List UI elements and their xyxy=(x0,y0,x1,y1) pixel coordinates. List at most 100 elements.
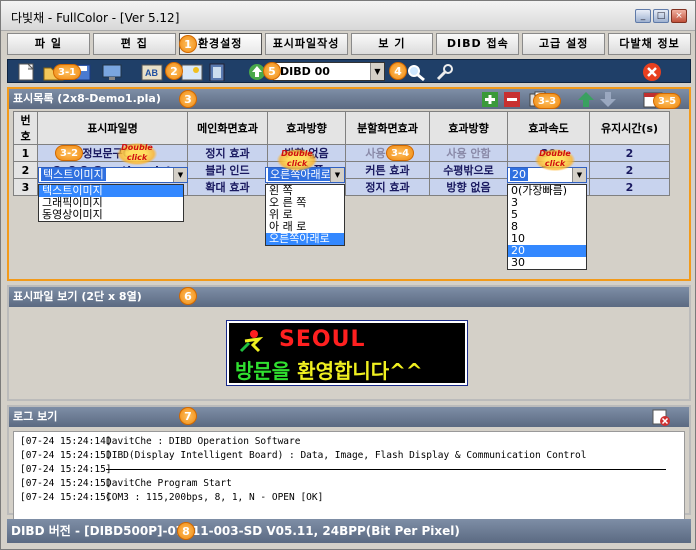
double-click-hint: Double click xyxy=(277,149,317,171)
log-time: [07-24 15:24:15] xyxy=(20,464,112,475)
move-down-icon[interactable] xyxy=(599,91,617,108)
log-entry: [07-24 15:24:15]DavitChe Program Start xyxy=(20,478,232,490)
col-header: 유지시간(s) xyxy=(589,111,670,145)
dibd-select-value: DIBD 00 xyxy=(280,65,330,78)
preview-title: 표시파일 보기 (2단 x 8열) xyxy=(9,287,689,307)
chevron-down-icon[interactable]: ▼ xyxy=(370,63,384,80)
clear-log-icon[interactable] xyxy=(651,408,671,426)
cell-split-direction[interactable]: 수평밖으로 xyxy=(429,161,508,179)
file-type-combo-value: 텍스트이미지 xyxy=(41,168,106,181)
exit-icon[interactable] xyxy=(642,63,662,81)
toolbar: AB DIBD 00 ▼ xyxy=(7,59,691,83)
close-window-button[interactable]: × xyxy=(671,9,687,23)
callout-3-2: 3-2 xyxy=(55,145,84,161)
video-icon[interactable] xyxy=(208,63,226,81)
menu-edit[interactable]: 편 집 xyxy=(92,33,176,55)
display-list-panel: 표시목록 (2x8-Demo1.pla) 번호 표시파일명 메인화면효과 효과방… xyxy=(7,87,691,281)
list-item[interactable]: 5 xyxy=(508,209,586,221)
col-header: 효과속도 xyxy=(507,111,590,145)
menu-create-display-file[interactable]: 표시파일작성 xyxy=(264,33,348,55)
log-panel: 로그 보기 [07-24 15:24:14]DavitChe : DIBD Op… xyxy=(7,405,691,521)
wrench-icon[interactable] xyxy=(434,63,454,81)
log-time: [07-24 15:24:15] xyxy=(20,450,112,461)
chevron-down-icon[interactable]: ▼ xyxy=(330,168,344,182)
callout-3-4: 3-4 xyxy=(386,145,415,161)
title-bar: 다빛채 - FullColor - [Ver 5.12] _ □ × xyxy=(1,1,695,31)
search-icon[interactable] xyxy=(406,63,426,81)
row-number: 3 xyxy=(13,178,38,196)
log-title: 로그 보기 xyxy=(9,407,689,427)
cell-hold-time[interactable]: 2 xyxy=(589,144,670,162)
list-item[interactable]: 30 xyxy=(508,257,586,269)
callout-1: 1 xyxy=(179,35,197,53)
double-click-hint: Double click xyxy=(117,143,157,165)
cell-main-effect[interactable]: 확대 효과 xyxy=(187,178,268,196)
status-bar: DIBD 버전 - [DIBD500P]-07x11-003-SD V05.11… xyxy=(7,519,691,543)
cell-split-effect[interactable]: 커튼 효과 xyxy=(345,161,430,179)
list-item[interactable]: 오른쪽아래로 xyxy=(266,233,344,245)
menu-advanced[interactable]: 고급 설정 xyxy=(522,33,606,55)
callout-7: 7 xyxy=(179,407,197,425)
file-type-list: 텍스트이미지 그래픽이미지 동영상이미지 xyxy=(38,184,184,222)
text-image-icon[interactable]: AB xyxy=(140,63,164,81)
callout-8: 8 xyxy=(177,522,195,540)
log-separator xyxy=(106,469,666,470)
row-number: 1 xyxy=(13,144,38,162)
cell-split-direction[interactable]: 사용 안함 xyxy=(429,144,508,162)
log-message: DIBD(Display Intelligent Board) : Data, … xyxy=(106,450,587,461)
direction-list: 왼 쪽 오 른 쪽 위 로 아 래 로 오른쪽아래로 xyxy=(265,184,345,246)
log-entry: [07-24 15:24:15]DIBD(Display Intelligent… xyxy=(20,450,586,462)
cell-hold-time[interactable]: 2 xyxy=(589,161,670,179)
maximize-button[interactable]: □ xyxy=(653,9,669,23)
chevron-down-icon[interactable]: ▼ xyxy=(173,168,187,182)
double-click-hint: Double click xyxy=(535,149,575,171)
svg-text:AB: AB xyxy=(145,68,158,78)
list-item[interactable]: 동영상이미지 xyxy=(39,209,183,221)
menu-file[interactable]: 파 일 xyxy=(7,33,90,55)
menu-bar: 파 일 편 집 환경설정 표시파일작성 보 기 DIBD 접속 고급 설정 다발… xyxy=(7,33,691,55)
row-number: 2 xyxy=(13,161,38,179)
cell-main-effect[interactable]: 블라 인드 xyxy=(187,161,268,179)
person-icon xyxy=(239,330,264,353)
col-header: 번호 xyxy=(13,111,38,145)
minimize-button[interactable]: _ xyxy=(635,9,651,23)
log-message: COM3 : 115,200bps, 8, 1, N - OPEN [OK] xyxy=(106,492,324,503)
new-file-icon[interactable] xyxy=(16,63,38,81)
led-line-1: SEOUL xyxy=(279,327,366,352)
monitor-icon[interactable] xyxy=(100,63,124,81)
file-type-combo[interactable]: 텍스트이미지 ▼ xyxy=(38,167,188,183)
menu-info[interactable]: 다발채 정보 xyxy=(608,33,691,55)
callout-3: 3 xyxy=(179,90,197,108)
callout-5: 5 xyxy=(263,62,281,80)
add-icon[interactable] xyxy=(481,91,499,108)
log-message: DavitChe : DIBD Operation Software xyxy=(106,436,301,447)
led-line-2b: 환영합니다^^ xyxy=(297,359,423,383)
log-entry: [07-24 15:24:15]COM3 : 115,200bps, 8, 1,… xyxy=(20,492,323,504)
col-header: 분할화면효과 xyxy=(345,111,430,145)
menu-dibd-connect[interactable]: DIBD 접속 xyxy=(436,33,520,55)
cell-split-direction[interactable]: 방향 없음 xyxy=(429,178,508,196)
list-item[interactable]: 3 xyxy=(508,197,586,209)
app-window: 다빛채 - FullColor - [Ver 5.12] _ □ × 파 일 편… xyxy=(0,0,696,550)
table-header-row: 번호 표시파일명 메인화면효과 효과방향 분할화면효과 효과방향 효과속도 유지… xyxy=(13,111,670,145)
remove-icon[interactable] xyxy=(503,91,521,108)
callout-3-1: 3-1 xyxy=(53,64,82,80)
menu-view[interactable]: 보 기 xyxy=(350,33,434,55)
cell-main-effect[interactable]: 정지 효과 xyxy=(187,144,268,162)
dibd-select[interactable]: DIBD 00 ▼ xyxy=(273,62,385,81)
log-message: DavitChe Program Start xyxy=(106,478,232,489)
speed-combo-value: 20 xyxy=(510,168,528,181)
led-preview: SEOUL 방문을 환영합니다^^ xyxy=(226,320,468,386)
graphic-image-icon[interactable] xyxy=(180,63,204,81)
led-line-2a: 방문을 xyxy=(235,359,291,383)
col-header: 표시파일명 xyxy=(37,111,188,145)
col-header: 효과방향 xyxy=(267,111,346,145)
list-item[interactable]: 0(가장빠름) xyxy=(508,185,586,197)
move-up-icon[interactable] xyxy=(577,91,595,108)
callout-6: 6 xyxy=(179,287,197,305)
log-area[interactable]: [07-24 15:24:14]DavitChe : DIBD Operatio… xyxy=(13,431,685,521)
cell-split-effect[interactable]: 정지 효과 xyxy=(345,178,430,196)
cell-hold-time[interactable]: 2 xyxy=(589,178,670,196)
log-time: [07-24 15:24:15] xyxy=(20,478,112,489)
col-header: 효과방향 xyxy=(429,111,508,145)
